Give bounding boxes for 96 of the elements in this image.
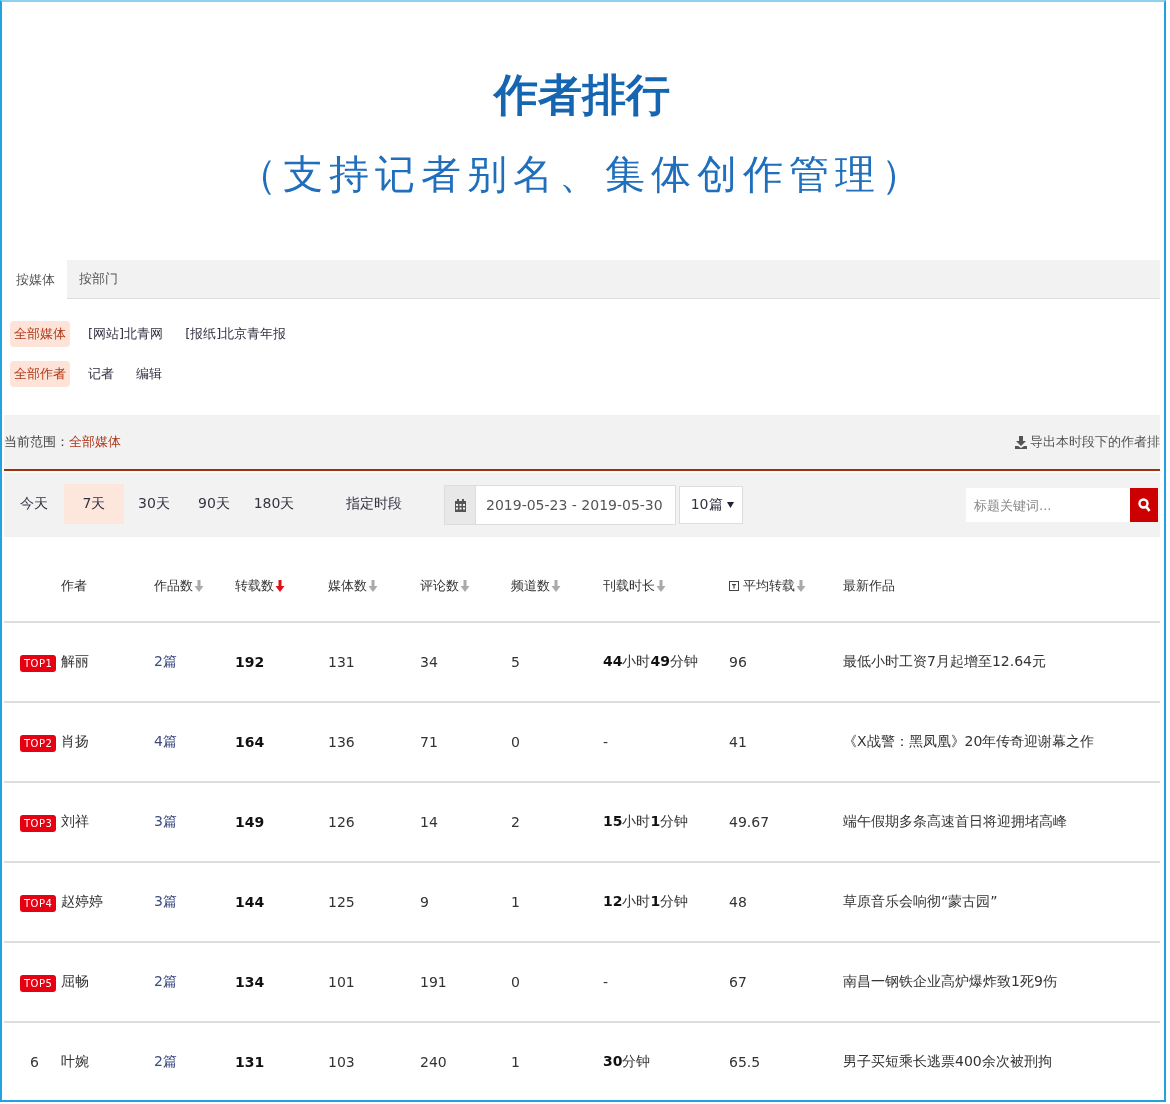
- table-cell: 67: [729, 974, 747, 990]
- works-count: 2篇: [154, 973, 177, 989]
- filter-option[interactable]: [网站]北青网: [84, 321, 168, 347]
- table-cell: 103: [328, 1054, 355, 1070]
- works-count: 3篇: [154, 813, 177, 829]
- tab[interactable]: 按媒体: [4, 260, 67, 299]
- period-tab[interactable]: 7天: [64, 484, 124, 524]
- author-name: 叶婉: [61, 1053, 89, 1069]
- page-subtitle: （支持记者别名、集体创作管理）: [236, 150, 928, 199]
- author-name: 肖扬: [61, 733, 89, 749]
- author-name: 赵婷婷: [61, 893, 103, 909]
- rank-badge: TOP4: [20, 895, 57, 912]
- table-cell: 126: [328, 814, 355, 830]
- download-icon: [1015, 435, 1027, 449]
- table-cell: 0: [511, 974, 520, 990]
- table-cell: 5: [511, 654, 520, 670]
- period-tab[interactable]: 180天: [244, 484, 304, 524]
- column-header[interactable]: 作品数: [154, 577, 204, 595]
- table-cell: 15小时1分钟: [603, 813, 689, 829]
- page-title: 作者排行: [492, 68, 671, 122]
- filter-option[interactable]: [报纸]北京青年报: [181, 321, 291, 347]
- filter-option[interactable]: 全部作者: [10, 361, 70, 387]
- works-count: 2篇: [154, 1053, 177, 1069]
- search-icon: [1137, 498, 1151, 512]
- table-cell: 1: [511, 894, 520, 910]
- column-header[interactable]: 平均转载: [729, 577, 806, 595]
- article-title: 最低小时工资7月起增至12.64元: [843, 653, 1046, 669]
- rank-number: 6: [30, 1054, 39, 1070]
- table-cell: 144: [235, 894, 265, 910]
- article-title: 南昌一钢铁企业高炉爆炸致1死9伤: [843, 973, 1057, 989]
- table-cell: 240: [420, 1054, 447, 1070]
- table-cell: 191: [420, 974, 447, 990]
- table-cell: 101: [328, 974, 355, 990]
- column-header[interactable]: 媒体数: [328, 577, 378, 595]
- author-name: 刘祥: [61, 813, 89, 829]
- column-header[interactable]: 频道数: [511, 577, 561, 595]
- filter-option[interactable]: 编辑: [132, 361, 166, 387]
- column-header: 作者: [61, 577, 87, 595]
- works-count: 3篇: [154, 893, 177, 909]
- search-button[interactable]: [1130, 488, 1158, 522]
- article-title: 端午假期多条高速首日将迎拥堵高峰: [843, 813, 1067, 829]
- rank-badge: TOP3: [20, 815, 57, 832]
- filter-option[interactable]: 记者: [84, 361, 118, 387]
- caret-icon: [726, 502, 734, 508]
- table-cell: 125: [328, 894, 355, 910]
- table-cell: 41: [729, 734, 747, 750]
- column-header[interactable]: 刊载时长: [603, 577, 666, 595]
- rank-badge: TOP2: [20, 735, 57, 752]
- calendar-icon: [454, 498, 466, 512]
- table-cell: 131: [235, 1054, 265, 1070]
- date-range-field[interactable]: 2019-05-23 - 2019-05-30: [444, 485, 676, 525]
- works-count: 4篇: [154, 733, 177, 749]
- table-cell: 34: [420, 654, 438, 670]
- search-field[interactable]: 标题关键词...: [966, 488, 1130, 522]
- table-cell: 71: [420, 734, 438, 750]
- table-cell: 12小时1分钟: [603, 893, 689, 909]
- table-cell: 192: [235, 654, 265, 670]
- column-header[interactable]: 评论数: [420, 577, 470, 595]
- period-tab[interactable]: 今天: [4, 484, 64, 524]
- article-title: 男子买短乘长逃票400余次被刑拘: [843, 1053, 1052, 1069]
- table-cell: 96: [729, 654, 747, 670]
- filter-option[interactable]: 全部媒体: [10, 321, 70, 347]
- table-cell: 0: [511, 734, 520, 750]
- table-cell: 134: [235, 974, 265, 990]
- column-header: 最新作品: [843, 577, 895, 595]
- period-tab[interactable]: 指定时段: [304, 484, 444, 524]
- table-cell: -: [603, 974, 609, 990]
- table-cell: 14: [420, 814, 438, 830]
- table-cell: 1: [511, 1054, 520, 1070]
- period-tab[interactable]: 30天: [124, 484, 184, 524]
- table-cell: -: [603, 734, 609, 750]
- scope-value: 全部媒体: [69, 433, 121, 451]
- rank-badge: TOP1: [20, 655, 57, 672]
- table-cell: 48: [729, 894, 747, 910]
- table-cell: 164: [235, 734, 265, 750]
- article-title: 《X战警：黑凤凰》20年传奇迎谢幕之作: [843, 733, 1095, 749]
- tab[interactable]: 按部门: [67, 260, 130, 298]
- table-cell: 149: [235, 814, 265, 830]
- table-cell: 44小时49分钟: [603, 653, 698, 669]
- author-name: 解丽: [61, 653, 89, 669]
- period-tab[interactable]: 90天: [184, 484, 244, 524]
- table-cell: 9: [420, 894, 429, 910]
- table-cell: 49.67: [729, 814, 770, 830]
- scope-label: 当前范围：: [4, 433, 69, 451]
- table-cell: 2: [511, 814, 520, 830]
- works-count: 2篇: [154, 653, 177, 669]
- table-cell: 136: [328, 734, 355, 750]
- page-size-select[interactable]: 10篇: [678, 486, 743, 524]
- author-name: 屈畅: [61, 973, 89, 989]
- table-cell: 131: [328, 654, 355, 670]
- export-link[interactable]: 导出本时段下的作者排: [1015, 433, 1160, 451]
- rank-badge: TOP5: [20, 975, 57, 992]
- column-header[interactable]: 转载数: [235, 577, 285, 595]
- table-cell: 30分钟: [603, 1053, 651, 1069]
- article-title: 草原音乐会响彻“蒙古园”: [843, 893, 998, 909]
- table-cell: 65.5: [729, 1054, 761, 1070]
